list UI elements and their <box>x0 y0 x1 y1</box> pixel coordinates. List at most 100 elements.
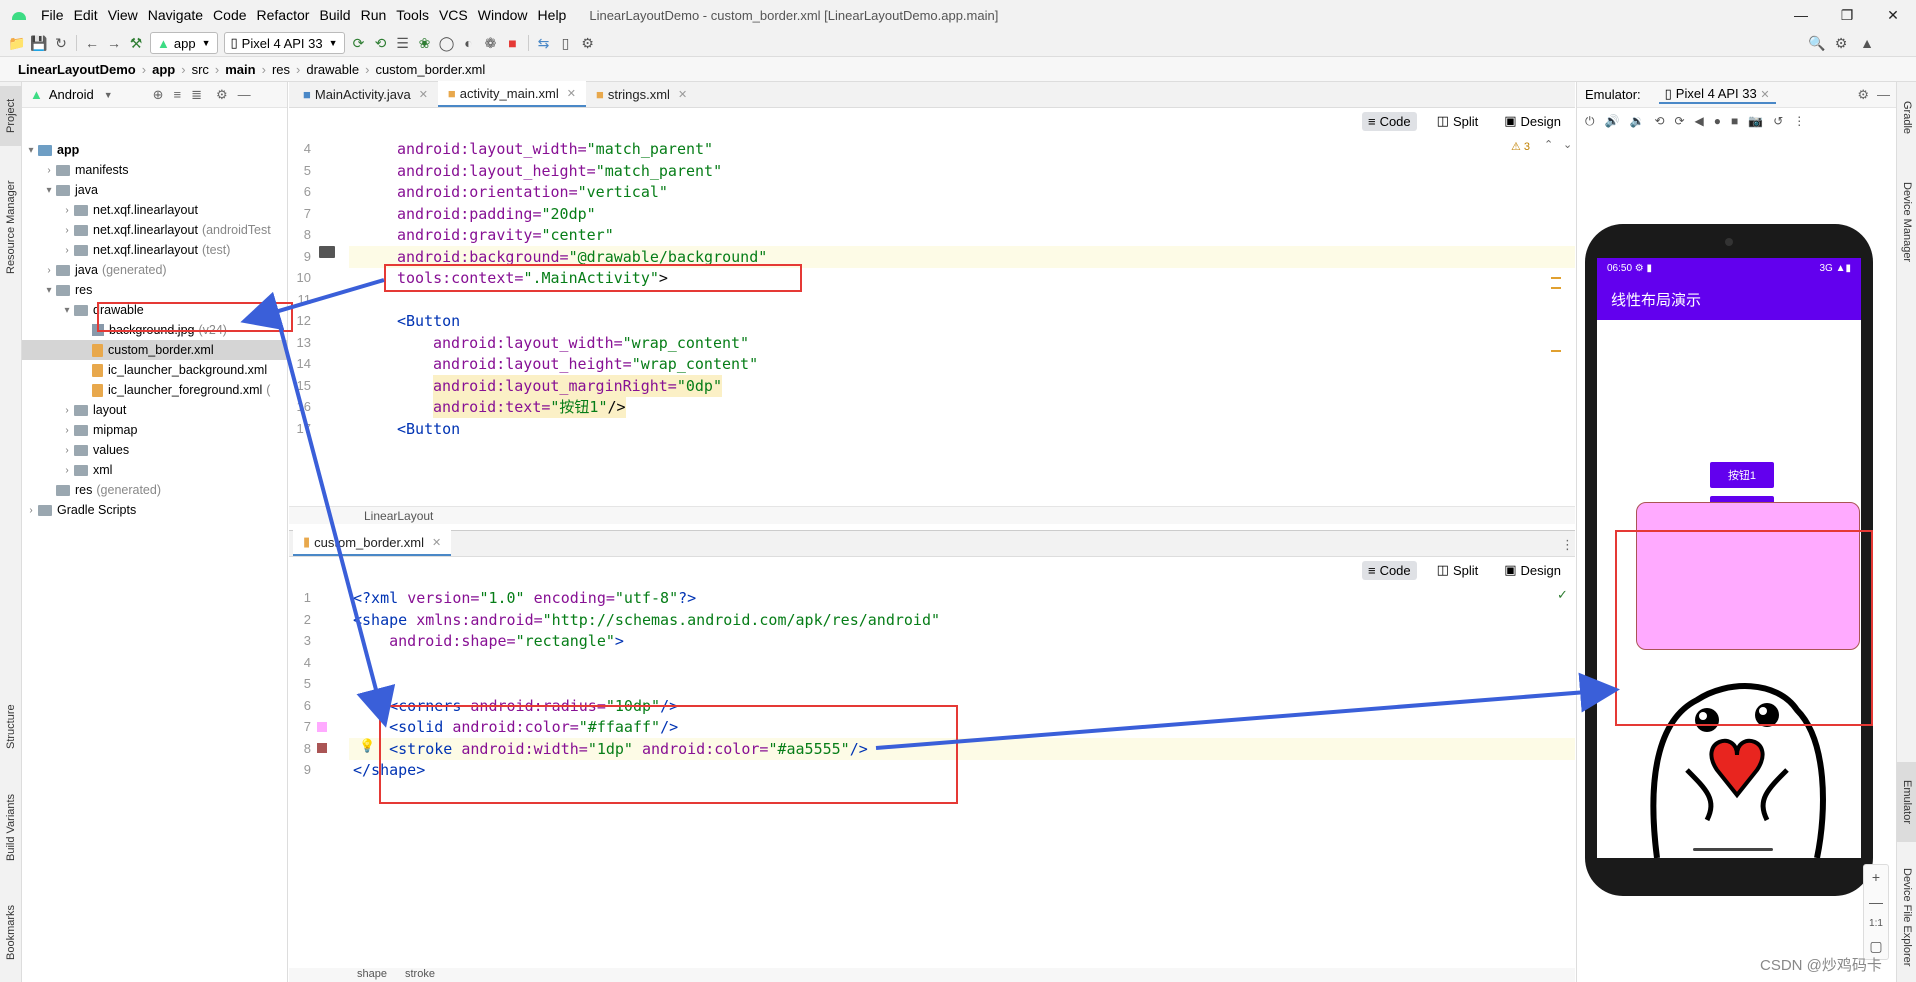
gear-icon[interactable]: ⚙ <box>1857 87 1869 103</box>
tab-activity_main-xml[interactable]: ■ activity_main.xml ✕ <box>437 81 586 107</box>
chevron-icon[interactable]: › <box>60 225 74 236</box>
device-selector[interactable]: ▯ Pixel 4 API 33 ▼ <box>223 32 345 54</box>
chevron-icon[interactable]: › <box>60 425 74 436</box>
volume-down-icon[interactable]: 🔉 <box>1629 114 1644 128</box>
snapshot-icon[interactable]: ↺ <box>1773 114 1783 128</box>
tab-strings-xml[interactable]: ■ strings.xml ✕ <box>586 81 697 107</box>
back-icon[interactable]: ◀ <box>1695 114 1704 128</box>
rotate-left-icon[interactable]: ⟲ <box>1654 114 1664 128</box>
tree-item[interactable]: › Gradle Scripts <box>22 500 288 520</box>
restore-icon[interactable]: ❐ <box>1824 0 1870 30</box>
breadcrumb-item[interactable]: res <box>266 62 296 77</box>
hide-icon[interactable]: — <box>238 87 251 102</box>
power-icon[interactable]: ⏻ <box>1585 114 1595 129</box>
tab-resource-manager[interactable]: Resource Manager <box>0 162 22 292</box>
status-path-shape[interactable]: shape <box>357 968 387 982</box>
close-tab-icon[interactable]: ✕ <box>419 88 428 101</box>
chevron-down-icon[interactable]: ⌄ <box>1563 138 1572 151</box>
menu-file[interactable]: File <box>36 0 69 30</box>
tab-mainactivity-java[interactable]: ■ MainActivity.java ✕ <box>293 81 438 107</box>
more-icon[interactable]: ⋮ <box>1561 537 1574 553</box>
split-mode-button[interactable]: ◫ Split <box>1431 560 1485 580</box>
build-hammer-icon[interactable]: ⚒ <box>125 32 147 54</box>
breadcrumb-item[interactable]: src <box>186 62 215 77</box>
search-icon[interactable]: 🔍 <box>1806 32 1828 54</box>
chevron-icon[interactable]: › <box>60 245 74 256</box>
collapse-all-icon[interactable]: ≣ <box>191 87 202 103</box>
apply-code-changes-icon[interactable]: ⟲ <box>370 32 392 54</box>
color-swatch-icon[interactable] <box>317 722 327 732</box>
tree-item[interactable]: › layout <box>22 400 288 420</box>
chevron-icon[interactable]: › <box>60 205 74 216</box>
back-arrow-icon[interactable]: ← <box>81 32 103 54</box>
status-path-stroke[interactable]: stroke <box>405 968 435 982</box>
sync-icon[interactable]: ↻ <box>50 32 72 54</box>
hide-icon[interactable]: — <box>1877 87 1890 102</box>
tree-item[interactable]: ▾ res <box>22 280 288 300</box>
code-mode-button[interactable]: ≡ Code <box>1361 111 1417 131</box>
tree-item[interactable]: custom_border.xml <box>22 340 288 360</box>
profile-icon[interactable]: ◐ <box>458 32 480 54</box>
close-icon[interactable]: ✕ <box>1870 0 1916 30</box>
code-area[interactable]: 4 android:layout_width="match_parent" 5 and… <box>289 134 1575 506</box>
breadcrumb-item[interactable]: custom_border.xml <box>369 62 491 77</box>
module-selector[interactable]: ▲ app ▼ <box>150 32 218 54</box>
button-1[interactable]: 按钮1 <box>1710 462 1774 488</box>
warning-indicator[interactable]: ⚠ 3 <box>1511 140 1530 153</box>
save-icon[interactable]: 💾 <box>28 32 50 54</box>
tree-item[interactable]: › xml <box>22 460 288 480</box>
chevron-icon[interactable]: › <box>60 445 74 456</box>
menu-navigate[interactable]: Navigate <box>143 0 208 30</box>
menu-refactor[interactable]: Refactor <box>252 0 315 30</box>
sdk-manager-icon[interactable]: ⚙ <box>577 32 599 54</box>
zoom-out-icon[interactable]: — <box>1869 894 1883 910</box>
image-preview-icon[interactable] <box>319 246 335 258</box>
overview-icon[interactable]: ■ <box>1731 114 1738 128</box>
menu-build[interactable]: Build <box>314 0 355 30</box>
menu-window[interactable]: Window <box>473 0 533 30</box>
apply-changes-icon[interactable]: ⟳ <box>348 32 370 54</box>
menu-edit[interactable]: Edit <box>69 0 103 30</box>
menu-help[interactable]: Help <box>533 0 572 30</box>
breadcrumb-item[interactable]: LinearLayoutDemo <box>12 62 142 77</box>
breadcrumb-item[interactable]: drawable <box>300 62 365 77</box>
breadcrumb-item[interactable]: main <box>219 62 261 77</box>
chevron-icon[interactable]: › <box>60 405 74 416</box>
tab-emulator-device[interactable]: ▯ Pixel 4 API 33 ✕ <box>1658 86 1776 104</box>
tree-item[interactable]: › mipmap <box>22 420 288 440</box>
menu-vcs[interactable]: VCS <box>434 0 473 30</box>
more-icon[interactable]: ⋮ <box>1793 114 1805 128</box>
split-mode-button[interactable]: ◫ Split <box>1431 111 1485 131</box>
chevron-down-icon[interactable]: ▼ <box>104 90 113 100</box>
tree-item[interactable]: ic_launcher_background.xml <box>22 360 288 380</box>
gear-icon[interactable]: ⚙ <box>216 87 228 103</box>
coverage-icon[interactable]: ◯ <box>436 32 458 54</box>
tab-device-manager[interactable]: Device Manager <box>1897 162 1916 282</box>
editor-breadcrumb[interactable]: LinearLayout <box>289 506 1575 524</box>
lightbulb-icon[interactable]: 💡 <box>359 738 375 754</box>
chevron-icon[interactable]: ▾ <box>42 285 56 296</box>
chevron-icon[interactable]: ▾ <box>60 305 74 316</box>
tree-item[interactable]: ic_launcher_foreground.xml( <box>22 380 288 400</box>
menu-tools[interactable]: Tools <box>391 0 434 30</box>
zoom-actual-size[interactable]: 1:1 <box>1869 918 1883 929</box>
stop-icon[interactable]: ■ <box>502 32 524 54</box>
locate-icon[interactable]: ⊕ <box>153 87 164 103</box>
tab-structure[interactable]: Structure <box>0 692 22 762</box>
chevron-icon[interactable]: › <box>60 465 74 476</box>
zoom-in-icon[interactable]: + <box>1872 869 1880 885</box>
tree-item[interactable]: ▾ java <box>22 180 288 200</box>
chevron-icon[interactable]: › <box>24 505 38 516</box>
tree-item[interactable]: res (generated) <box>22 480 288 500</box>
rotate-right-icon[interactable]: ⟳ <box>1674 114 1684 128</box>
tree-item[interactable]: ▾ app <box>22 140 288 160</box>
close-tab-icon[interactable]: ✕ <box>678 88 687 101</box>
menu-code[interactable]: Code <box>208 0 251 30</box>
sync-gradle-icon[interactable]: ⇆ <box>533 32 555 54</box>
chevron-up-icon[interactable]: ⌃ <box>1544 138 1553 151</box>
minimize-icon[interactable]: — <box>1778 0 1824 30</box>
tree-item[interactable]: › values <box>22 440 288 460</box>
tab-custom-border[interactable]: ▮ custom_border.xml ✕ <box>293 530 452 556</box>
breadcrumb-item[interactable]: app <box>146 62 181 77</box>
design-mode-button[interactable]: ▣ Design <box>1498 560 1567 580</box>
